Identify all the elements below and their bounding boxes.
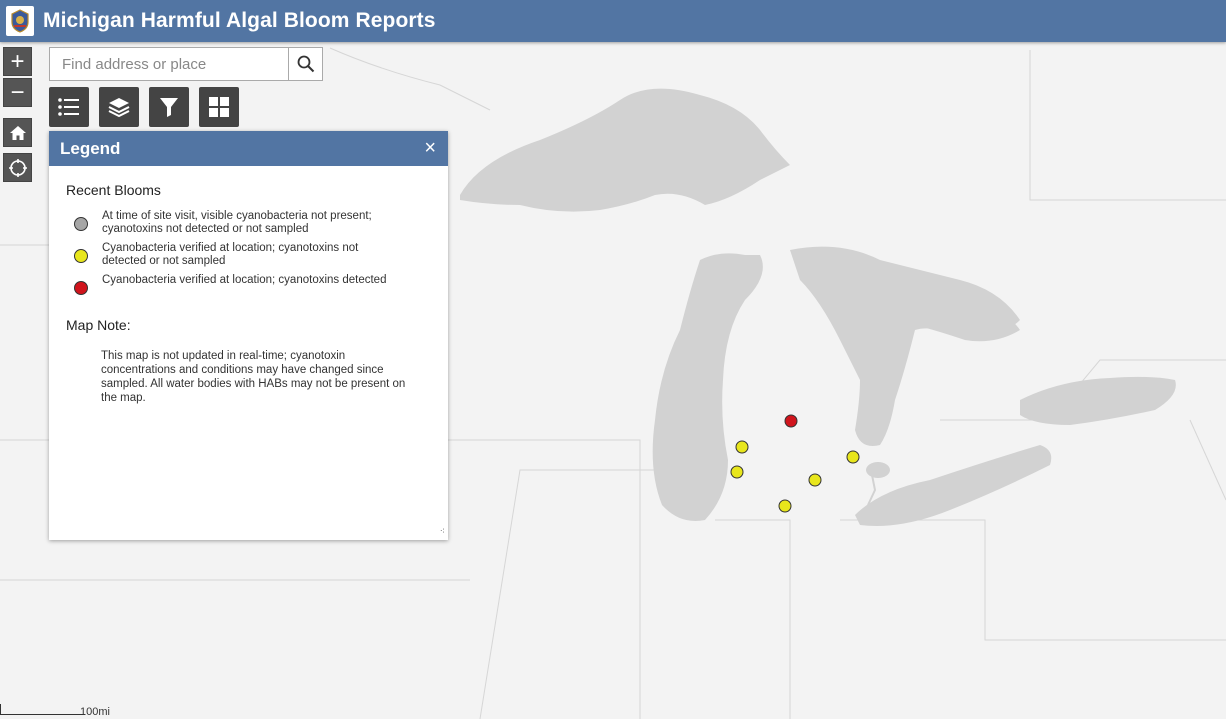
map-note-text: This map is not updated in real-time; cy… bbox=[101, 350, 406, 404]
bloom-point[interactable] bbox=[846, 450, 860, 464]
search-icon bbox=[297, 55, 314, 73]
red-dot-icon bbox=[74, 281, 88, 295]
legend-item: At time of site visit, visible cyanobact… bbox=[66, 210, 431, 236]
legend-icon bbox=[58, 98, 79, 116]
zoom-out-button[interactable]: − bbox=[3, 78, 32, 107]
michigan-seal-logo bbox=[6, 6, 34, 36]
legend-item-label: Cyanobacteria verified at location; cyan… bbox=[102, 242, 359, 267]
layers-icon bbox=[108, 98, 130, 118]
basemap-gallery-icon bbox=[209, 97, 229, 117]
gray-dot-icon bbox=[74, 217, 88, 231]
search-widget bbox=[49, 47, 323, 81]
search-button[interactable] bbox=[288, 48, 322, 80]
legend-section-title: Recent Blooms bbox=[66, 182, 161, 198]
search-input[interactable] bbox=[50, 48, 288, 80]
legend-title: Legend bbox=[60, 138, 121, 158]
bloom-point[interactable] bbox=[735, 440, 749, 454]
home-icon bbox=[9, 125, 26, 140]
bloom-point[interactable] bbox=[730, 465, 744, 479]
basemap-gallery-button[interactable] bbox=[199, 87, 239, 127]
bloom-point[interactable] bbox=[778, 499, 792, 513]
map-note-title: Map Note: bbox=[66, 317, 131, 333]
legend-panel: Legend × Recent Blooms At time of site v… bbox=[49, 131, 448, 540]
zoom-in-button[interactable]: + bbox=[3, 47, 32, 76]
locate-icon bbox=[8, 158, 27, 177]
legend-header: Legend × bbox=[49, 131, 448, 166]
yellow-dot-icon bbox=[74, 249, 88, 263]
legend-item-label: Cyanobacteria verified at location; cyan… bbox=[102, 274, 387, 286]
legend-item-label: At time of site visit, visible cyanobact… bbox=[102, 210, 372, 235]
scale-bar bbox=[0, 704, 85, 715]
close-icon[interactable]: × bbox=[424, 137, 436, 160]
legend-button[interactable] bbox=[49, 87, 89, 127]
legend-item: Cyanobacteria verified at location; cyan… bbox=[66, 242, 431, 268]
bloom-point[interactable] bbox=[784, 414, 798, 428]
app-title: Michigan Harmful Algal Bloom Reports bbox=[43, 9, 436, 32]
home-button[interactable] bbox=[3, 118, 32, 147]
locate-button[interactable] bbox=[3, 153, 32, 182]
legend-item: Cyanobacteria verified at location; cyan… bbox=[66, 274, 431, 295]
scale-label: 100mi bbox=[80, 706, 110, 718]
app-header: Michigan Harmful Algal Bloom Reports bbox=[0, 0, 1226, 42]
layers-button[interactable] bbox=[99, 87, 139, 127]
resize-handle-icon[interactable]: ⁖ bbox=[440, 526, 445, 537]
filter-icon bbox=[160, 98, 178, 117]
filter-button[interactable] bbox=[149, 87, 189, 127]
bloom-point[interactable] bbox=[808, 473, 822, 487]
